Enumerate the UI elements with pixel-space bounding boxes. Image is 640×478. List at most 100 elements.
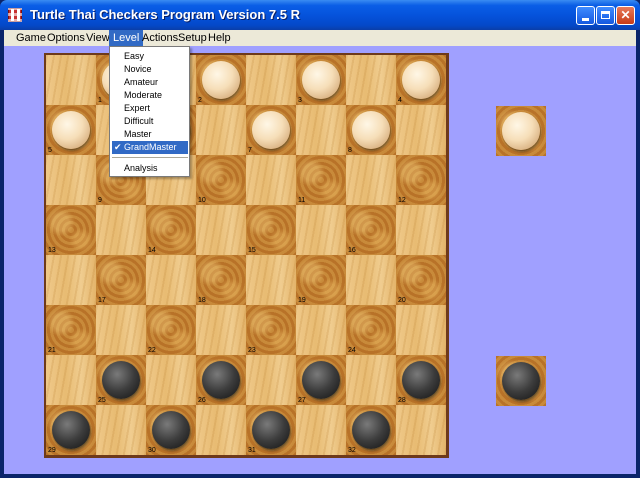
board-square[interactable]: 18: [196, 255, 246, 305]
board-square[interactable]: [346, 355, 396, 405]
board-square[interactable]: [196, 205, 246, 255]
board-square[interactable]: 24: [346, 305, 396, 355]
square-number: 4: [398, 97, 402, 104]
board-square[interactable]: 2: [196, 55, 246, 105]
board-square[interactable]: 3: [296, 55, 346, 105]
black-piece[interactable]: [152, 411, 190, 449]
black-piece[interactable]: [102, 361, 140, 399]
board-square[interactable]: 31: [246, 405, 296, 455]
board-square[interactable]: 11: [296, 155, 346, 205]
board-square[interactable]: 22: [146, 305, 196, 355]
board-square[interactable]: [296, 405, 346, 455]
board-square[interactable]: 25: [96, 355, 146, 405]
square-number: 7: [248, 147, 252, 154]
board-square[interactable]: [196, 305, 246, 355]
white-piece[interactable]: [352, 111, 390, 149]
board-square[interactable]: [46, 355, 96, 405]
board-square[interactable]: 15: [246, 205, 296, 255]
board-square[interactable]: [296, 105, 346, 155]
board-square[interactable]: 16: [346, 205, 396, 255]
board-square[interactable]: [46, 255, 96, 305]
board-square[interactable]: [296, 305, 346, 355]
board-square[interactable]: [46, 155, 96, 205]
level-grandmaster-label: GrandMaster: [124, 142, 177, 152]
level-dropdown-menu: Easy Novice Amateur Moderate Expert Diff…: [109, 46, 190, 177]
board-square[interactable]: 5: [46, 105, 96, 155]
level-analysis[interactable]: Analysis: [112, 162, 188, 175]
black-piece[interactable]: [52, 411, 90, 449]
captured-black-tray: [496, 356, 546, 406]
board-square[interactable]: [146, 255, 196, 305]
minimize-button[interactable]: [576, 6, 595, 25]
black-piece[interactable]: [202, 361, 240, 399]
board-square[interactable]: [246, 255, 296, 305]
board-square[interactable]: [296, 205, 346, 255]
board-square[interactable]: [246, 155, 296, 205]
level-novice[interactable]: Novice: [112, 63, 188, 76]
board-square[interactable]: [146, 355, 196, 405]
square-number: 18: [198, 297, 206, 304]
menu-help[interactable]: Help: [204, 30, 235, 46]
checkerboard-app-icon[interactable]: [8, 8, 22, 22]
white-piece[interactable]: [202, 61, 240, 99]
board-square[interactable]: [96, 405, 146, 455]
square-number: 26: [198, 397, 206, 404]
board-square[interactable]: 12: [396, 155, 446, 205]
close-button[interactable]: ✕: [616, 6, 635, 25]
window-title: Turtle Thai Checkers Program Version 7.5…: [30, 7, 300, 22]
white-piece[interactable]: [302, 61, 340, 99]
board-square[interactable]: [96, 305, 146, 355]
level-master[interactable]: Master: [112, 128, 188, 141]
board-square[interactable]: [396, 205, 446, 255]
board-square[interactable]: 23: [246, 305, 296, 355]
level-moderate[interactable]: Moderate: [112, 89, 188, 102]
board-square[interactable]: 19: [296, 255, 346, 305]
level-difficult[interactable]: Difficult: [112, 115, 188, 128]
board-square[interactable]: [396, 305, 446, 355]
board-square[interactable]: 8: [346, 105, 396, 155]
level-amateur[interactable]: Amateur: [112, 76, 188, 89]
board-square[interactable]: 7: [246, 105, 296, 155]
board-square[interactable]: 13: [46, 205, 96, 255]
white-piece[interactable]: [52, 111, 90, 149]
board-square[interactable]: 30: [146, 405, 196, 455]
black-piece[interactable]: [352, 411, 390, 449]
board-square[interactable]: 32: [346, 405, 396, 455]
black-piece[interactable]: [252, 411, 290, 449]
minimize-icon: [577, 7, 594, 24]
square-number: 27: [298, 397, 306, 404]
level-expert[interactable]: Expert: [112, 102, 188, 115]
title-bar[interactable]: Turtle Thai Checkers Program Version 7.5…: [0, 0, 640, 30]
level-easy[interactable]: Easy: [112, 50, 188, 63]
white-piece[interactable]: [402, 61, 440, 99]
board-square[interactable]: [96, 205, 146, 255]
board-square[interactable]: [346, 255, 396, 305]
board-square[interactable]: [246, 55, 296, 105]
black-piece[interactable]: [302, 361, 340, 399]
square-number: 22: [148, 347, 156, 354]
board-square[interactable]: 21: [46, 305, 96, 355]
maximize-button[interactable]: [596, 6, 615, 25]
board-square[interactable]: [346, 155, 396, 205]
board-square[interactable]: [46, 55, 96, 105]
board-square[interactable]: 27: [296, 355, 346, 405]
board-square[interactable]: [346, 55, 396, 105]
board-square[interactable]: [196, 405, 246, 455]
board-square[interactable]: 14: [146, 205, 196, 255]
board-square[interactable]: 29: [46, 405, 96, 455]
board-square[interactable]: 17: [96, 255, 146, 305]
menu-bar: Game Options View Level Actions Setup He…: [4, 30, 636, 46]
square-number: 13: [48, 247, 56, 254]
board-square[interactable]: [246, 355, 296, 405]
board-square[interactable]: 10: [196, 155, 246, 205]
board-square[interactable]: 20: [396, 255, 446, 305]
board-square[interactable]: 26: [196, 355, 246, 405]
level-grandmaster[interactable]: ✔ GrandMaster: [112, 141, 188, 154]
board-square[interactable]: [396, 405, 446, 455]
white-piece[interactable]: [252, 111, 290, 149]
board-square[interactable]: [196, 105, 246, 155]
board-square[interactable]: 4: [396, 55, 446, 105]
black-piece[interactable]: [402, 361, 440, 399]
board-square[interactable]: 28: [396, 355, 446, 405]
board-square[interactable]: [396, 105, 446, 155]
